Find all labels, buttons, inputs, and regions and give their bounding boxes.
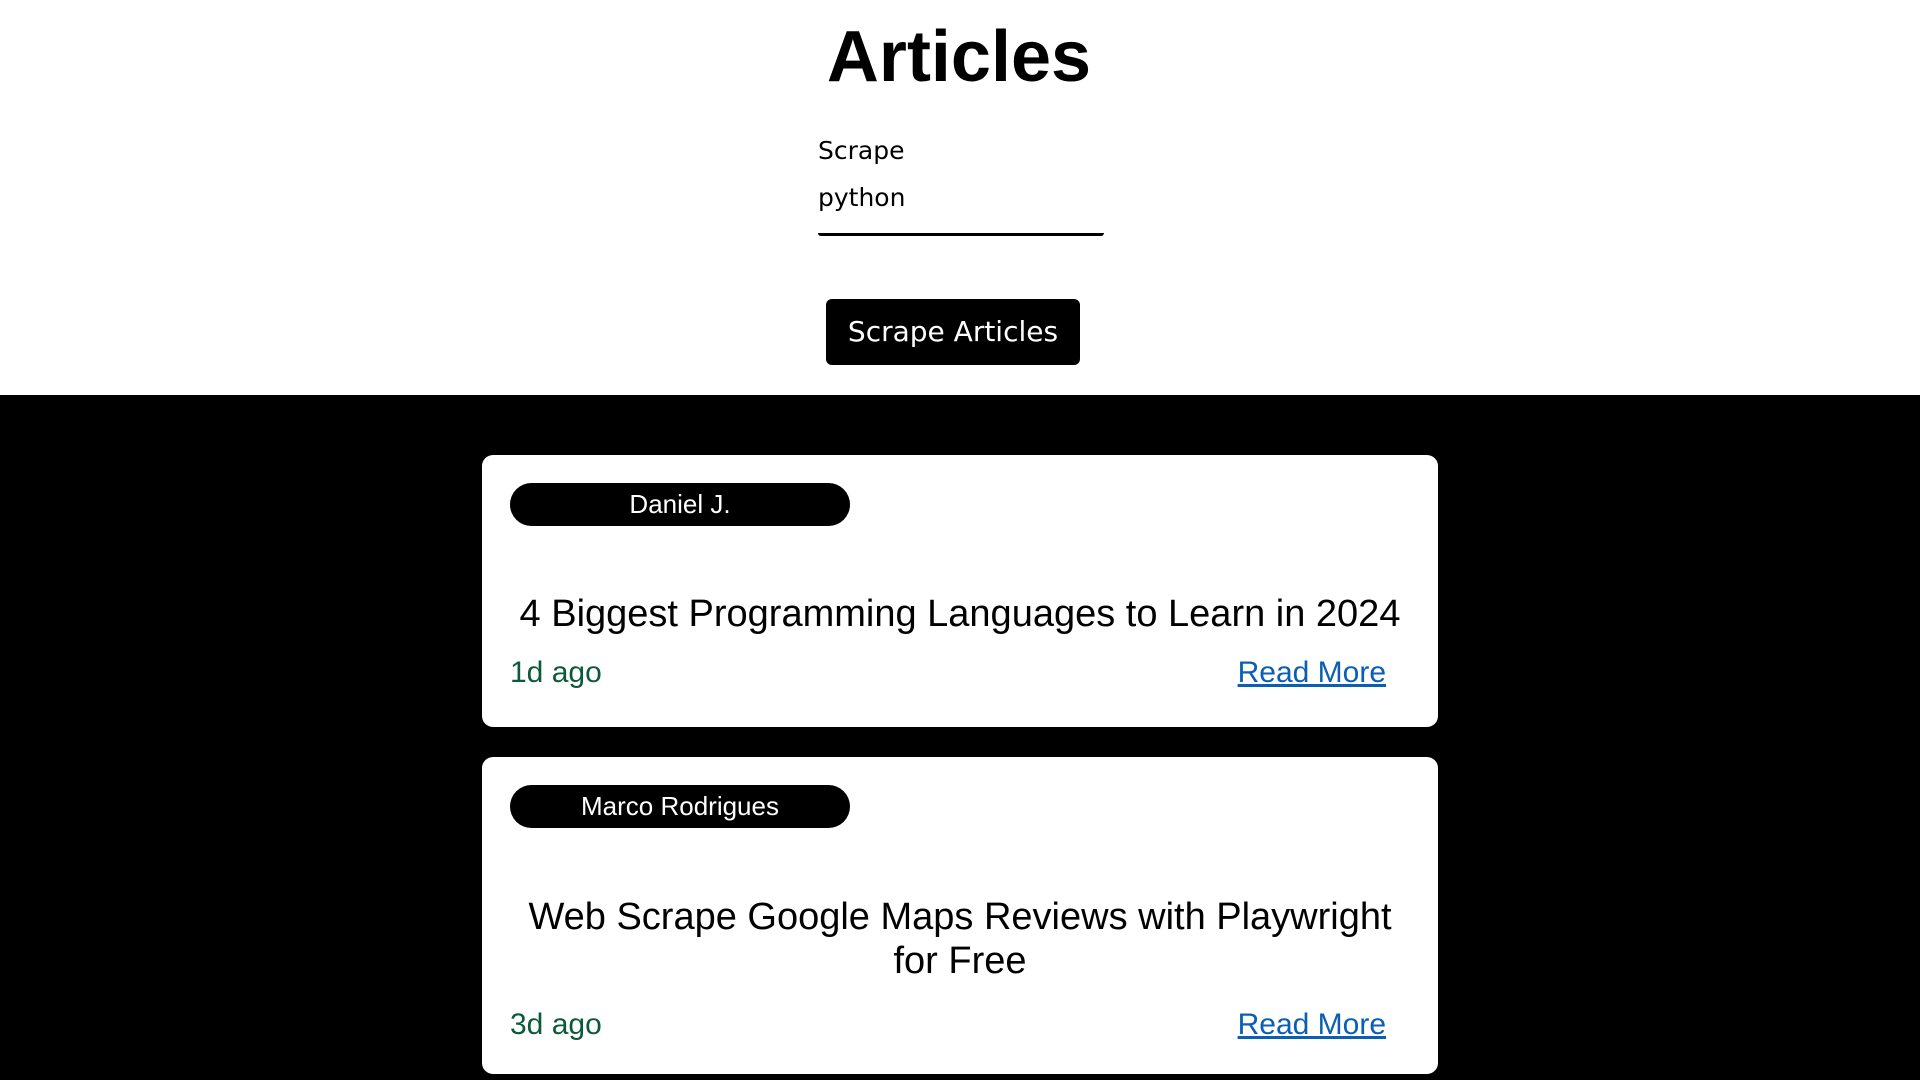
scrape-articles-button[interactable]: Scrape Articles — [826, 299, 1080, 365]
article-time: 3d ago — [510, 1008, 602, 1041]
article-title: Web Scrape Google Maps Reviews with Play… — [528, 896, 1392, 982]
article-title: 4 Biggest Programming Languages to Learn… — [519, 593, 1401, 635]
article-time: 1d ago — [510, 656, 602, 689]
results-section: Daniel J. 4 Biggest Programming Language… — [0, 395, 1920, 1080]
read-more-link[interactable]: Read More — [1238, 1007, 1386, 1043]
search-input[interactable] — [818, 178, 1104, 236]
read-more-link[interactable]: Read More — [1238, 655, 1386, 691]
page-title: Articles — [826, 17, 1092, 97]
article-card: Marco Rodrigues Web Scrape Google Maps R… — [482, 757, 1438, 1074]
header-section: Articles Scrape Scrape Articles — [0, 0, 1920, 395]
author-badge: Daniel J. — [510, 483, 850, 526]
article-card: Daniel J. 4 Biggest Programming Language… — [482, 455, 1438, 727]
scrape-field-label: Scrape — [818, 136, 905, 165]
author-badge: Marco Rodrigues — [510, 785, 850, 828]
